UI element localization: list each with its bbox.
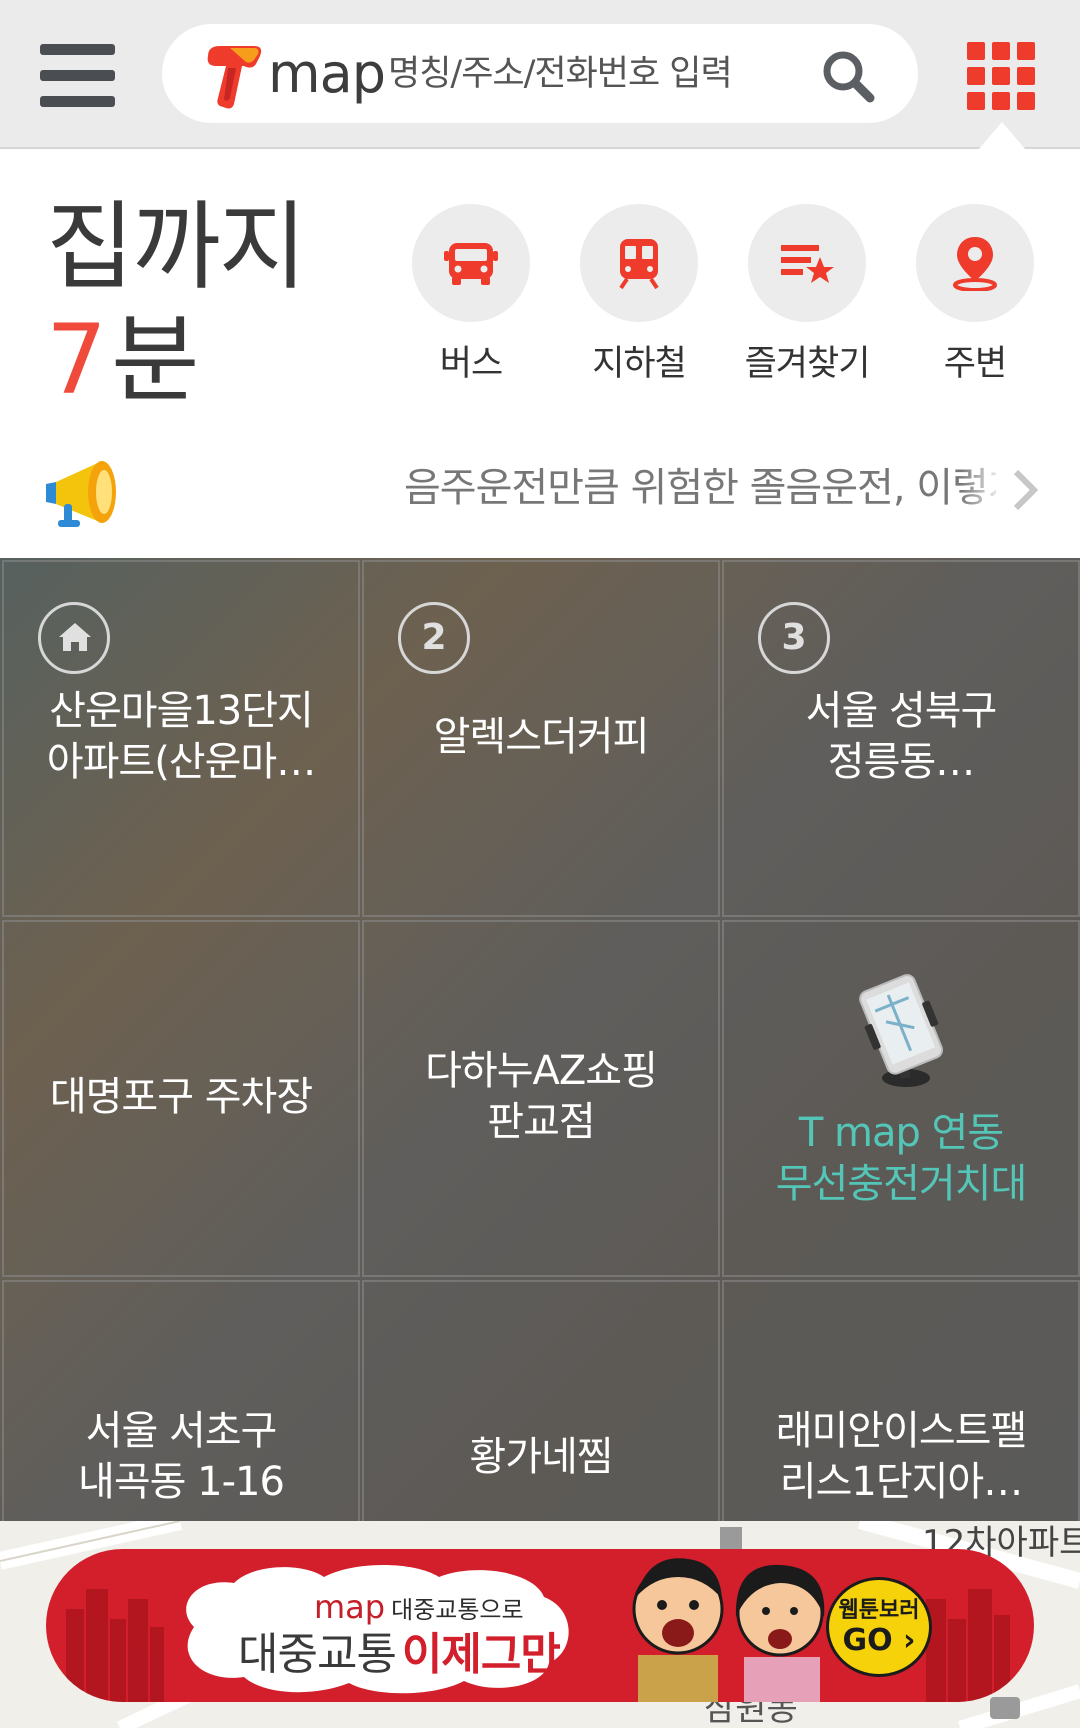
menu-bar-icon (40, 70, 115, 81)
grid-dot-icon (967, 92, 985, 110)
ad-text-line1: T map 연동 (798, 1110, 1004, 1156)
tmap-home-screen: map 명칭/주소/전화번호 입력 집까지 7분 버스 지하철 즐겨찾기 주변 … (0, 0, 1080, 1728)
subway-icon (619, 239, 659, 290)
notice-text[interactable]: 음주운전만큼 위험한 졸음운전, 이렇게 예방하세요 (404, 462, 996, 516)
banner-headline: 대중교통 이제그만 (238, 1629, 561, 1681)
subway-button-label: 지하철 (592, 344, 687, 384)
grid-dot-icon (992, 42, 1010, 60)
transit-webtoon-banner[interactable]: map 대중교통으로 대중교통 이제그만 웹툰보러 GO › (46, 1549, 1034, 1702)
menu-button[interactable] (40, 42, 115, 108)
banner-brand-logo: map (314, 1588, 386, 1626)
grid-dot-icon (967, 67, 985, 85)
destination-2-cell[interactable]: 2 알렉스더커피 (362, 560, 720, 917)
bus-button-label: 버스 (439, 344, 503, 384)
subway-button[interactable]: 지하철 (574, 204, 704, 394)
destination-name-line2: 내곡동 1-16 (78, 1459, 285, 1505)
bus-icon (444, 243, 498, 285)
tmap-logo-text: map (268, 42, 386, 105)
destination-name-line2: 아파트(산운마… (46, 739, 316, 785)
chevron-right-icon[interactable] (1008, 466, 1040, 514)
home-badge (38, 602, 110, 674)
favorites-button[interactable]: 즐겨찾기 (742, 204, 872, 394)
search-placeholder: 명칭/주소/전화번호 입력 (388, 54, 733, 94)
phone-holder-icon (859, 974, 944, 1087)
destination-name-line1: 다하누AZ쇼핑 (425, 1048, 658, 1094)
destination-home-cell[interactable]: 산운마을13단지 아파트(산운마… (2, 560, 360, 917)
grid-dot-icon (967, 42, 985, 60)
rank-badge: 3 (758, 602, 830, 674)
bus-button-circle (412, 204, 530, 322)
search-icon[interactable] (820, 48, 876, 104)
destination-name-line1: 대명포구 주차장 (49, 1074, 313, 1120)
nearby-button-label: 주변 (943, 344, 1007, 384)
nearby-pin-icon (953, 237, 997, 291)
tmap-logo-icon (207, 46, 262, 109)
banner-brand-suffix: 대중교통으로 (391, 1596, 524, 1624)
grid-dot-icon (1017, 92, 1035, 110)
destination-3-cell[interactable]: 3 서울 성북구 정릉동… (722, 560, 1080, 917)
go-button-line2: GO › (842, 1623, 916, 1658)
destination-5-cell[interactable]: 다하누AZ쇼핑 판교점 (362, 920, 720, 1277)
destination-name-line1: 황가네찜 (469, 1434, 613, 1480)
webtoon-go-button[interactable]: 웹툰보러 GO › (826, 1577, 932, 1677)
cartoon-characters-icon (632, 1558, 825, 1702)
nearby-button-circle (916, 204, 1034, 322)
grid-dot-icon (992, 92, 1010, 110)
eta-minutes: 7 (46, 304, 107, 416)
dropdown-caret (978, 122, 1026, 150)
nearby-button[interactable]: 주변 (910, 204, 1040, 394)
destination-name-line2: 판교점 (487, 1099, 595, 1145)
go-button-line1: 웹툰보러 (838, 1598, 920, 1623)
grid-dot-icon (1017, 42, 1035, 60)
destination-name-line1: 산운마을13단지 (49, 688, 314, 734)
destination-name-line1: 알렉스더커피 (433, 714, 650, 760)
destination-name-line1: 서울 서초구 (85, 1408, 278, 1454)
favorites-icon (781, 245, 834, 283)
destination-name-line1: 서울 성북구 (805, 688, 998, 734)
ad-charger-cell[interactable]: T map 연동 무선충전거치대 (722, 920, 1080, 1277)
grid-dot-icon (992, 67, 1010, 85)
eta-unit: 분 (111, 304, 199, 416)
search-input[interactable]: map 명칭/주소/전화번호 입력 (162, 24, 918, 123)
favorites-button-circle (748, 204, 866, 322)
eta-time: 7분 (46, 304, 199, 416)
home-icon (59, 623, 91, 651)
notice-fade (960, 458, 1004, 520)
destination-name-line1: 래미안이스트팰 (775, 1408, 1028, 1454)
eta-destination-label: 집까지 (46, 191, 307, 303)
rank-badge: 2 (398, 602, 470, 674)
menu-bar-icon (40, 44, 115, 55)
bus-button[interactable]: 버스 (406, 204, 536, 394)
destination-name-line2: 정릉동… (827, 739, 975, 785)
apps-grid-button[interactable] (967, 42, 1036, 111)
menu-bar-icon (40, 96, 115, 107)
ad-text-line2: 무선충전거치대 (775, 1161, 1028, 1207)
tmap-logo: map (202, 42, 386, 112)
grid-dot-icon (1017, 67, 1035, 85)
banner-headline-accent: 이제그만 (401, 1629, 561, 1680)
destination-name-line2: 리스1단지아… (779, 1459, 1023, 1505)
subway-button-circle (580, 204, 698, 322)
recent-destinations-grid: 산운마을13단지 아파트(산운마… 2 알렉스더커피 3 서울 성북구 정릉동…… (0, 558, 1080, 1637)
banner-brand: map 대중교통으로 (314, 1589, 524, 1628)
megaphone-icon (46, 461, 116, 527)
banner-headline-prefix: 대중교통 (238, 1629, 397, 1680)
top-bar: map 명칭/주소/전화번호 입력 (0, 0, 1080, 150)
destination-4-cell[interactable]: 대명포구 주차장 (2, 920, 360, 1277)
favorites-button-label: 즐겨찾기 (744, 344, 871, 384)
